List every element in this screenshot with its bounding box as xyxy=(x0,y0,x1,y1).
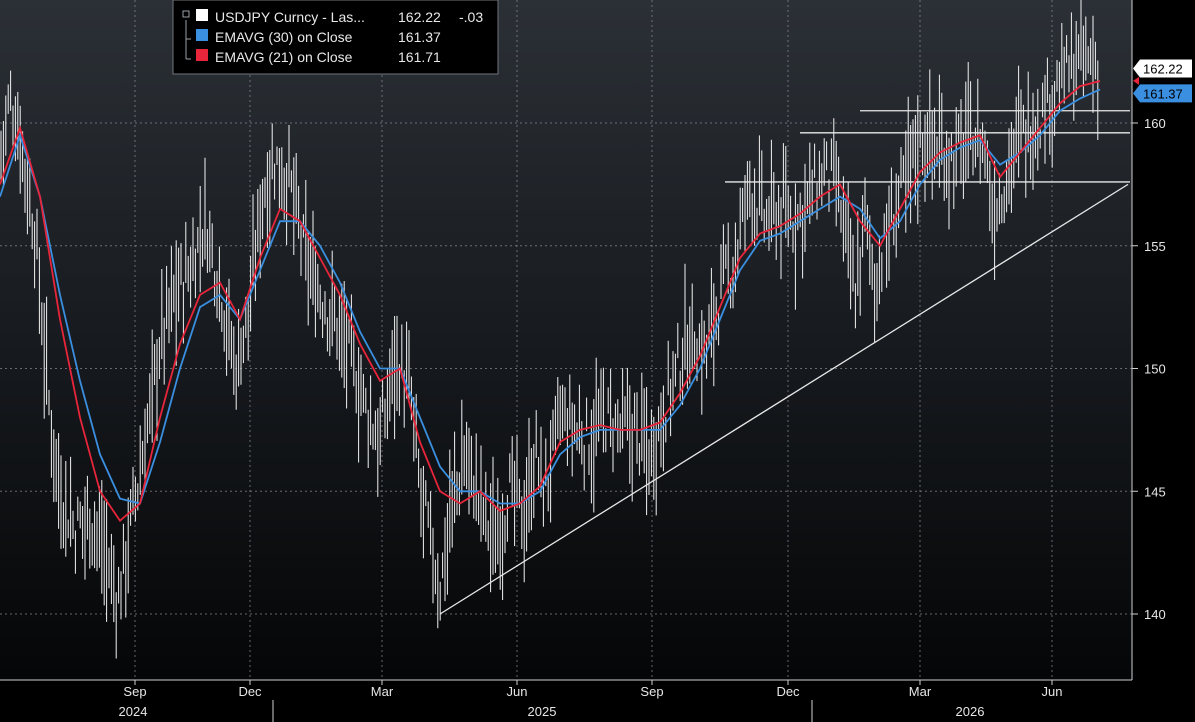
y-tick-label: 150 xyxy=(1144,362,1166,377)
year-label: 2025 xyxy=(528,704,557,719)
legend-label: USDJPY Curncy - Las... xyxy=(215,9,365,25)
legend-value: 162.22 xyxy=(398,9,441,25)
legend-swatch xyxy=(196,29,208,41)
y-tick-label: 145 xyxy=(1144,484,1166,499)
ema21-tag-marker xyxy=(1133,76,1139,85)
y-tick-label: 155 xyxy=(1144,239,1166,254)
x-tick-label: Mar xyxy=(371,684,394,699)
legend-swatch xyxy=(196,9,208,21)
x-tick-label: Sep xyxy=(123,684,146,699)
legend-value: 161.37 xyxy=(398,29,441,45)
year-label: 2026 xyxy=(956,704,985,719)
year-label: 2024 xyxy=(119,704,148,719)
x-tick-label: Mar xyxy=(909,684,932,699)
legend: USDJPY Curncy - Las... 162.22 -.03 EMAVG (3… xyxy=(172,0,499,75)
legend-label: EMAVG (21) on Close xyxy=(215,49,353,65)
legend-change: -.03 xyxy=(459,9,483,25)
plot-area xyxy=(0,0,1132,680)
legend-label: EMAVG (30) on Close xyxy=(215,29,353,45)
chart: 140 145 150 155 160 Sep Dec Mar Jun Sep Dec Mar Jun 2… xyxy=(0,0,1195,722)
x-tick-label: Dec xyxy=(238,684,262,699)
y-tick-label: 140 xyxy=(1144,607,1166,622)
x-tick-label: Sep xyxy=(640,684,663,699)
x-tick-label: Jun xyxy=(507,684,528,699)
last-price-tag-label: 162.22 xyxy=(1143,61,1183,76)
ema30-tag-label: 161.37 xyxy=(1143,86,1183,101)
x-tick-label: Dec xyxy=(776,684,800,699)
legend-swatch xyxy=(196,49,208,61)
price-tags: 162.22 161.37 xyxy=(1133,59,1192,103)
x-tick-label: Jun xyxy=(1042,684,1063,699)
legend-value: 161.71 xyxy=(398,49,441,65)
chart-svg: 140145150155160Sep Dec Mar Jun Sep Dec Mar Jun2… xyxy=(0,0,1192,722)
y-tick-label: 160 xyxy=(1144,116,1166,131)
